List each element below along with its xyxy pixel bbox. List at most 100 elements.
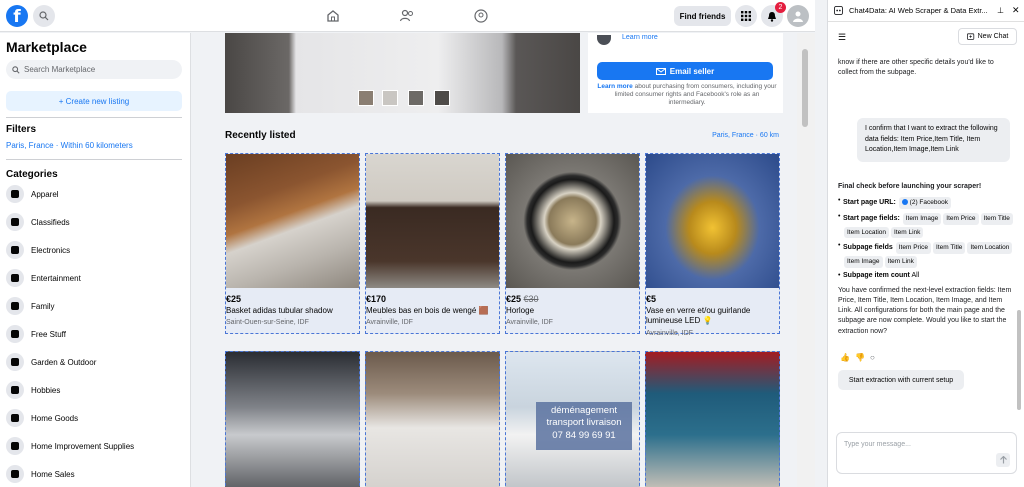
category-home-sales[interactable]: Home Sales xyxy=(6,464,184,484)
category-label: Entertainment xyxy=(31,273,81,283)
new-chat-label: New Chat xyxy=(977,33,1009,40)
thumbs-up-icon[interactable]: 👍 xyxy=(840,353,855,362)
learn-more-link[interactable]: Learn more xyxy=(597,83,632,90)
category-home-improvement[interactable]: Home Improvement Supplies xyxy=(6,436,184,456)
field-chip: Item Link xyxy=(884,256,917,268)
profile-avatar[interactable] xyxy=(787,5,809,27)
start-url-chip: (2) Facebook xyxy=(898,197,951,209)
notifications-button[interactable]: 2 xyxy=(761,2,786,27)
main-content: Learn more Email seller Learn more about… xyxy=(191,33,815,487)
chat4data-logo-icon xyxy=(834,6,843,15)
listing-card[interactable]: €5 Vase en verre et/ou guirlande lumineu… xyxy=(645,153,780,337)
menu-icon[interactable]: ☰ xyxy=(838,32,846,43)
listing-title: Horloge xyxy=(506,306,535,315)
learn-more-link[interactable]: Learn more xyxy=(622,34,658,41)
phone-icon xyxy=(6,241,24,259)
find-friends-button[interactable]: Find friends xyxy=(674,6,731,26)
friends-nav-icon[interactable] xyxy=(398,7,416,25)
listing-card[interactable]: €170 Meubles bas en bois de wengé 🟫 Avra… xyxy=(365,153,500,334)
extension-header: Chat4Data: AI Web Scraper & Data Extr...… xyxy=(828,0,1024,22)
category-entertainment[interactable]: Entertainment xyxy=(6,268,184,288)
home-nav-icon[interactable] xyxy=(324,7,342,25)
location-filter-link[interactable]: Paris, France · Within 60 kilometers xyxy=(6,141,133,150)
subpage-fields-label: Subpage fields xyxy=(843,244,893,252)
listing-price: €170 xyxy=(366,294,387,304)
listing-card[interactable] xyxy=(225,351,360,487)
send-button[interactable] xyxy=(996,453,1010,467)
listing-card[interactable]: €25 Basket adidas tubular shadow Saint-O… xyxy=(225,153,360,334)
category-free-stuff[interactable]: Free Stuff xyxy=(6,324,184,344)
facebook-logo[interactable]: f xyxy=(6,5,28,27)
top-navigation-bar: f Find friends 2 xyxy=(0,0,815,32)
create-listing-button[interactable]: + Create new listing xyxy=(6,91,182,111)
message-input[interactable]: Type your message... xyxy=(836,432,1017,474)
assistant-message: know if there are other specific details… xyxy=(838,59,994,77)
groups-nav-icon[interactable] xyxy=(472,7,490,25)
category-label: Hobbies xyxy=(31,385,61,395)
thumbnail[interactable] xyxy=(408,90,424,106)
divider xyxy=(6,117,182,118)
search-icon xyxy=(39,11,49,21)
subpage-count-value: All xyxy=(911,271,920,279)
category-label: Free Stuff xyxy=(31,329,66,339)
notification-badge: 2 xyxy=(775,2,786,13)
category-home-goods[interactable]: Home Goods xyxy=(6,408,184,428)
listing-card[interactable] xyxy=(645,351,780,487)
category-classifieds[interactable]: Classifieds xyxy=(6,212,184,232)
listing-card[interactable] xyxy=(365,351,500,487)
category-apparel[interactable]: Apparel xyxy=(6,184,184,204)
scrollbar-thumb[interactable] xyxy=(802,49,808,127)
search-input[interactable]: Search Marketplace xyxy=(6,60,182,79)
config-summary: • Start page URL: (2) Facebook • Start p… xyxy=(838,196,1018,283)
purchase-info: Learn more about purchasing from consume… xyxy=(597,83,777,107)
category-label: Classifieds xyxy=(31,217,70,227)
start-fields-label: Start page fields: xyxy=(843,214,900,222)
listing-title: Vase en verre et/ou guirlande lumineuse … xyxy=(646,306,751,326)
category-electronics[interactable]: Electronics xyxy=(6,240,184,260)
field-chip: Item Link xyxy=(891,226,924,239)
location-link[interactable]: Paris, France · 60 km xyxy=(712,132,779,139)
assistant-message: You have confirmed the next-level extrac… xyxy=(838,287,1012,335)
email-seller-button[interactable]: Email seller xyxy=(597,62,773,80)
listing-image xyxy=(646,154,779,288)
subpage-count-label: Subpage item count xyxy=(843,271,910,279)
extension-scrollbar[interactable] xyxy=(1017,50,1021,440)
thumbnail[interactable] xyxy=(382,90,398,106)
listing-image xyxy=(226,154,359,288)
filters-heading: Filters xyxy=(6,124,37,135)
current-price: €25 xyxy=(506,294,522,304)
tag-icon xyxy=(6,213,24,231)
listing-card[interactable]: €25 €30 Horloge Avrainville, IDF xyxy=(505,153,640,334)
menu-button[interactable] xyxy=(735,5,757,27)
new-chat-button[interactable]: New Chat xyxy=(958,28,1017,45)
thumbnail[interactable] xyxy=(434,90,450,106)
seller-panel: Learn more Email seller Learn more about… xyxy=(588,33,783,113)
search-placeholder: Search Marketplace xyxy=(24,65,96,74)
pin-icon[interactable]: ⊥ xyxy=(997,6,1004,15)
seller-avatar[interactable] xyxy=(597,35,611,45)
listing-location: Avrainville, IDF xyxy=(506,319,553,326)
thumbnail[interactable] xyxy=(358,90,374,106)
bell-icon xyxy=(768,11,776,22)
field-chip: Item Location xyxy=(967,242,1013,254)
start-extraction-button[interactable]: Start extraction with current setup xyxy=(838,370,964,390)
category-label: Family xyxy=(31,301,55,311)
listing-price: €25 xyxy=(226,294,242,304)
page-scrollbar[interactable] xyxy=(797,33,815,487)
category-label: Home Improvement Supplies xyxy=(31,441,135,451)
house-icon xyxy=(6,465,24,483)
category-garden-outdoor[interactable]: Garden & Outdoor xyxy=(6,352,184,372)
listing-card[interactable]: déménagement transport livraison 07 84 9… xyxy=(505,351,640,487)
check-heading: Final check before launching your scrape… xyxy=(838,183,982,190)
search-icon xyxy=(12,65,20,74)
categories-heading: Categories xyxy=(6,169,58,180)
search-button[interactable] xyxy=(33,5,55,27)
start-fields-row: • Start page fields: Item Image Item Pric… xyxy=(838,212,1018,240)
field-chip: Item Price xyxy=(943,212,979,225)
copy-icon[interactable]: ○ xyxy=(870,353,880,362)
thumbs-down-icon[interactable]: 👎 xyxy=(855,353,870,362)
close-icon[interactable]: ✕ xyxy=(1012,5,1020,16)
listing-photo[interactable] xyxy=(225,33,580,113)
category-hobbies[interactable]: Hobbies xyxy=(6,380,184,400)
category-family[interactable]: Family xyxy=(6,296,184,316)
